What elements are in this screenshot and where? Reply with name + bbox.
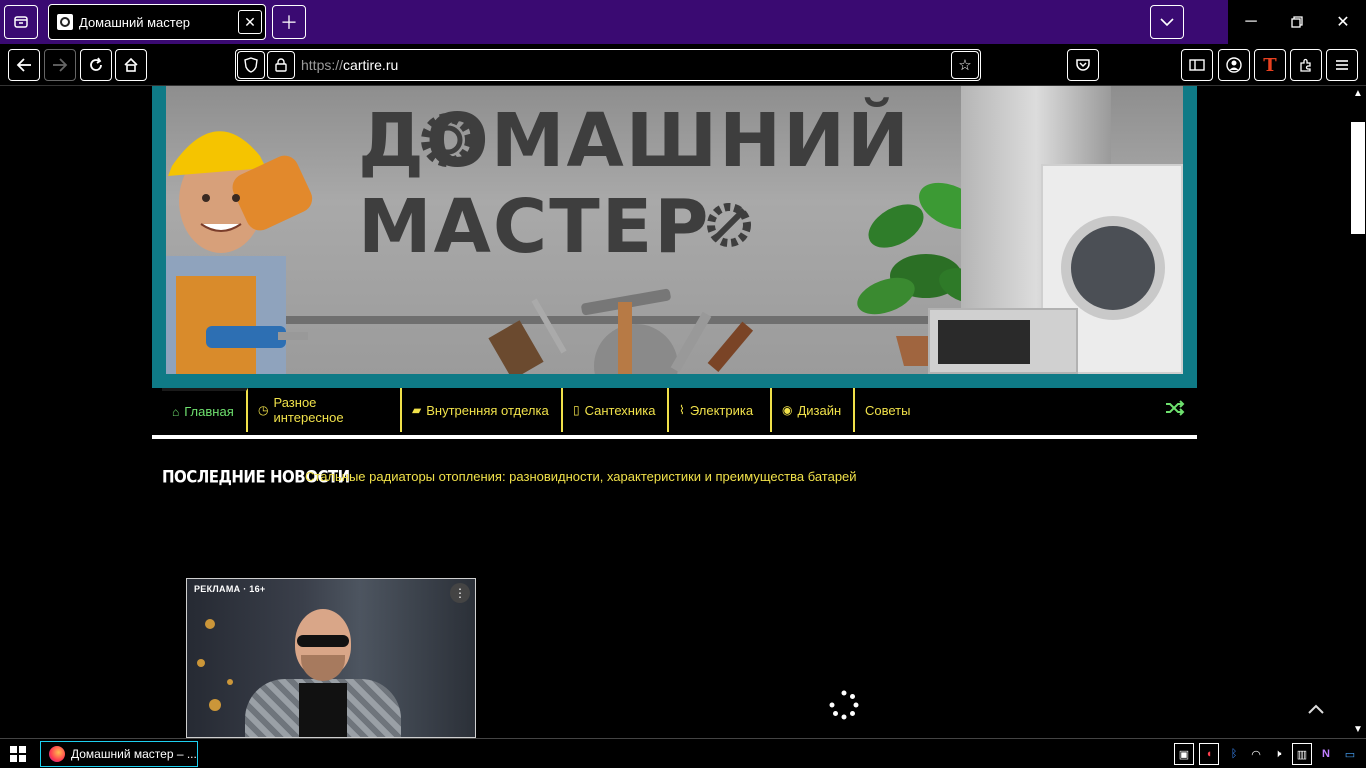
url-text[interactable]: https://cartire.ru [301, 57, 398, 73]
briefcase-icon: ▰ [412, 403, 422, 417]
back-icon[interactable] [8, 49, 40, 81]
menu-item-tips[interactable]: Советы [855, 388, 925, 432]
banner-title-line2: МАСТЕР [358, 184, 711, 270]
address-bar[interactable]: https://cartire.ru ☆ [235, 49, 981, 81]
menu-item-plumbing[interactable]: ▯ Сантехника [563, 388, 669, 432]
menu-item-label: Сантехника [584, 402, 656, 418]
volume-icon[interactable]: 🕨 [1268, 743, 1288, 765]
menu-item-label: Советы [865, 402, 911, 418]
bluetooth-icon[interactable]: ᛒ [1224, 743, 1244, 765]
bookmark-star-icon[interactable]: ☆ [951, 51, 979, 79]
menu-item-label: Электрика [689, 402, 754, 418]
list-all-tabs-icon[interactable] [1150, 5, 1184, 39]
menu-item-label: Внутренняя отделка [426, 402, 549, 418]
sidebar-icon[interactable] [1181, 49, 1213, 81]
extensions-puzzle-icon[interactable] [1290, 49, 1322, 81]
menu-item-label: Разное интересное [273, 395, 344, 425]
pocket-icon[interactable] [1067, 49, 1099, 81]
menu-item-interior[interactable]: ▰ Внутренняя отделка [402, 388, 563, 432]
home-icon: ⌂ [172, 404, 180, 419]
close-window-icon[interactable]: ✕ [1320, 0, 1366, 44]
page-scrollbar[interactable]: ▲ ▼ [1350, 86, 1366, 738]
banner-image: ДОМАШНИЙ МАСТЕР [166, 86, 1183, 374]
translate-extension-icon[interactable]: T [1254, 49, 1286, 81]
scroll-up-arrow-icon[interactable]: ▲ [1353, 88, 1363, 99]
menu-item-home[interactable]: ⌂ Главная [162, 388, 248, 432]
wifi-icon[interactable]: ◠ [1246, 743, 1266, 765]
tray-notification-icon[interactable]: ▣ [1174, 743, 1194, 765]
windows-start-icon[interactable] [10, 746, 26, 762]
taskbar-window-title: Домашний мастер – ... [71, 747, 197, 761]
new-tab-button[interactable]: ＋ [272, 5, 306, 39]
scroll-to-top-icon[interactable] [1308, 698, 1324, 719]
menu-item-electrics[interactable]: ⌇ Электрика [669, 388, 772, 432]
browser-tab[interactable]: Домашний мастер ✕ [48, 4, 266, 40]
scrollbar-thumb[interactable] [1351, 122, 1365, 234]
firefox-view-icon[interactable] [4, 5, 38, 39]
gear-wrench-icon [707, 203, 751, 247]
ad-person-beard [301, 655, 345, 681]
web-page: ДОМАШНИЙ МАСТЕР ⌂ Главная ◷ Разное интер… [0, 86, 1350, 738]
firefox-icon [49, 746, 65, 762]
restore-icon[interactable] [1274, 0, 1320, 44]
chart-icon: ⌇ [679, 403, 685, 417]
menu-item-label: Главная [184, 404, 234, 419]
advertisement-block[interactable]: РЕКЛАМА · 16+ ⋮ [186, 578, 476, 738]
ad-bokeh [227, 679, 233, 685]
tab-strip: Домашний мастер ✕ ＋ ─ ✕ [0, 0, 1366, 44]
menu-item-label: Дизайн [797, 402, 842, 418]
menu-divider [152, 435, 1197, 439]
ad-options-icon[interactable]: ⋮ [450, 583, 470, 603]
url-protocol: https:// [301, 57, 344, 73]
eye-icon: ◉ [782, 403, 793, 417]
close-tab-icon[interactable]: ✕ [238, 10, 262, 34]
worker-illustration-icon [166, 131, 313, 374]
random-post-shuffle-icon[interactable] [1165, 400, 1185, 421]
ad-bokeh [209, 699, 221, 711]
home-icon[interactable] [115, 49, 147, 81]
account-icon[interactable] [1218, 49, 1250, 81]
app-menu-hamburger-icon[interactable] [1326, 49, 1358, 81]
latest-news-headline-link[interactable]: Стальные радиаторы отопления: разновидно… [305, 469, 857, 484]
tray-n-app-icon[interactable]: N [1316, 743, 1336, 765]
windows-taskbar: Домашний мастер – ... ▣ ◖ ᛒ ◠ 🕨 ▥ N ▭ [0, 738, 1366, 768]
ad-label: РЕКЛАМА · 16+ [194, 584, 266, 594]
ad-bokeh [205, 619, 215, 629]
url-host: cartire.ru [343, 57, 399, 73]
site-header-banner[interactable]: ДОМАШНИЙ МАСТЕР [152, 86, 1197, 388]
action-center-icon[interactable]: ▭ [1340, 743, 1360, 765]
reload-icon[interactable] [80, 49, 112, 81]
microwave-illustration [928, 308, 1078, 374]
lock-icon[interactable] [267, 51, 295, 79]
navigation-toolbar: https://cartire.ru ☆ T [0, 44, 1366, 86]
minimize-icon[interactable]: ─ [1228, 0, 1274, 44]
gear-icon [421, 113, 475, 167]
forward-icon[interactable] [44, 49, 76, 81]
taskbar-firefox-button[interactable]: Домашний мастер – ... [40, 741, 198, 767]
scroll-down-arrow-icon[interactable]: ▼ [1353, 724, 1363, 735]
main-navigation-menu: ⌂ Главная ◷ Разное интересное ▰ Внутренн… [152, 388, 1197, 432]
file-icon: ▯ [573, 403, 580, 417]
menu-item-misc[interactable]: ◷ Разное интересное [248, 388, 402, 432]
tray-opera-icon[interactable]: ◖ [1199, 743, 1219, 765]
site-favicon-icon [57, 14, 73, 30]
ad-bokeh [197, 659, 205, 667]
tray-app-icon[interactable]: ▥ [1292, 743, 1312, 765]
clock-icon: ◷ [258, 403, 269, 417]
loading-spinner-icon [829, 690, 859, 720]
ad-person-sunglasses [297, 635, 349, 647]
tools-illustration-icon [488, 288, 754, 374]
ad-person-shirt [299, 683, 347, 737]
menu-item-design[interactable]: ◉ Дизайн [772, 388, 855, 432]
tracking-protection-shield-icon[interactable] [237, 51, 265, 79]
tab-title: Домашний мастер [79, 14, 191, 30]
